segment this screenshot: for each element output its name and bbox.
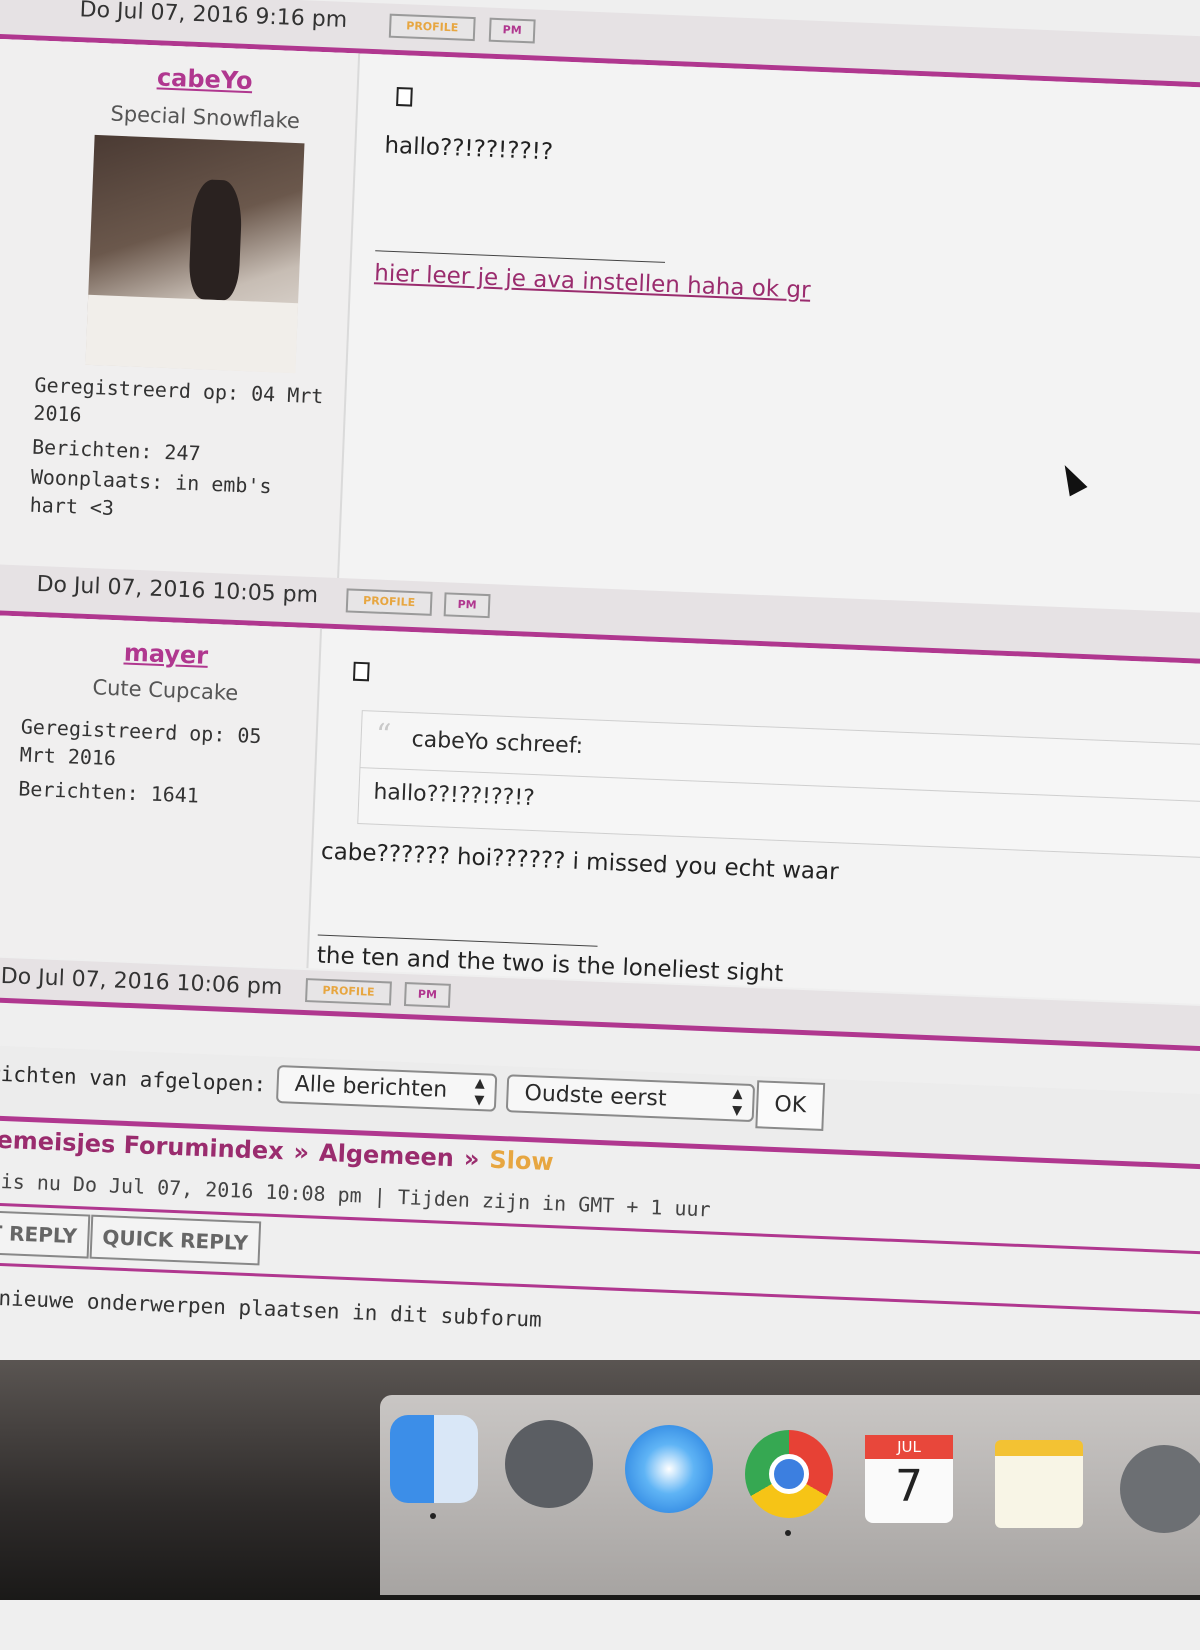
select-arrows-icon: ▲ ▼ [473,1075,486,1109]
finder-icon[interactable] [390,1415,478,1503]
launchpad-icon[interactable] [505,1420,593,1508]
breadcrumb-topic[interactable]: Slow [489,1146,554,1177]
quote-block: “ cabeYo schreef: hallo??!??!??!? [357,710,1200,860]
notes-icon[interactable] [995,1440,1083,1528]
author-panel: mayer Cute Cupcake Geregistreerd op: 05 … [0,614,323,969]
pm-button[interactable]: PM [403,982,451,1008]
quote-text: hallo??!??!??!? [373,779,536,812]
avatar-figure [188,178,243,301]
author-rank: Cute Cupcake [92,675,239,706]
post-link-icon[interactable] [352,661,370,682]
avatar-background [85,294,299,374]
author-registered: Geregistreerd op: 05 Mrt 2016 [19,714,262,771]
calendar-month: JUL [865,1435,953,1459]
post-link-icon[interactable] [396,86,413,107]
post-date: Do Jul 07, 2016 10:06 pm [0,963,283,1001]
post-date: Do Jul 07, 2016 9:16 pm [79,0,348,33]
current-time: Het is nu Do Jul 07, 2016 10:08 pm | Tij… [0,1167,712,1222]
post-body: hallo??!??!??!? [383,132,554,166]
period-value: Alle berichten [294,1071,448,1103]
breadcrumb-section[interactable]: Algemeen [319,1139,455,1172]
safari-icon[interactable] [625,1425,713,1513]
dock: JUL 7 [380,1395,1200,1595]
author-messages: Berichten: 1641 [17,776,200,808]
calendar-icon[interactable]: JUL 7 [865,1435,953,1523]
author-registered: Geregistreerd op: 04 Mrt 2016 [32,372,324,427]
profile-button[interactable]: PROFILE [305,978,392,1006]
pm-button[interactable]: PM [488,17,536,44]
author-username[interactable]: cabeYo [156,63,253,95]
author-messages: Berichten: 247 [31,434,202,466]
post-mayer: mayer Cute Cupcake Geregistreerd op: 05 … [0,614,1200,1006]
chrome-icon[interactable] [745,1430,833,1518]
order-select[interactable]: Oudste eerst ▲ ▼ [505,1074,756,1123]
post-reply-button[interactable]: POST REPLY [0,1208,90,1259]
breadcrumb-separator: » [463,1144,480,1174]
post-body: cabe?????? hoi?????? i missed you echt w… [320,838,840,886]
system-preferences-icon[interactable] [1120,1445,1200,1533]
order-value: Oudste eerst [524,1080,667,1112]
select-arrows-icon: ▲ ▼ [731,1086,743,1119]
author-username[interactable]: mayer [123,639,208,670]
signature-divider [375,250,666,263]
ok-button[interactable]: OK [755,1080,826,1131]
author-location: Woonplaats: in emb's hart <3 [29,464,273,520]
calendar-day: 7 [895,1461,923,1512]
running-indicator [785,1530,791,1536]
author-rank: Special Snowflake [110,101,301,134]
period-select[interactable]: Alle berichten ▲ ▼ [275,1064,498,1112]
author-panel: cabeYo Special Snowflake Geregistreerd o… [0,38,361,579]
post-cabeyo: cabeYo Special Snowflake Geregistreerd o… [0,38,1200,615]
pm-button[interactable]: PM [443,592,491,619]
post-date: Do Jul 07, 2016 10:05 pm [36,571,319,609]
running-indicator [430,1513,436,1519]
profile-button[interactable]: PROFILE [345,588,433,616]
permission-text: mag nieuwe onderwerpen plaatsen in dit s… [0,1284,542,1332]
permission-rest: nieuwe onderwerpen plaatsen in dit subfo… [0,1285,543,1332]
signature-link[interactable]: hier leer je je ava instellen haha ok gr [374,260,811,303]
author-avatar [85,134,305,374]
quote-author: cabeYo schreef: [411,727,584,759]
quick-reply-button[interactable]: QUICK REPLY [89,1214,261,1266]
filter-label: Berichten van afgelopen: [0,1060,267,1097]
quote-icon: “ [375,717,392,754]
breadcrumb-separator: » [293,1137,310,1167]
profile-button[interactable]: PROFILE [388,13,476,42]
